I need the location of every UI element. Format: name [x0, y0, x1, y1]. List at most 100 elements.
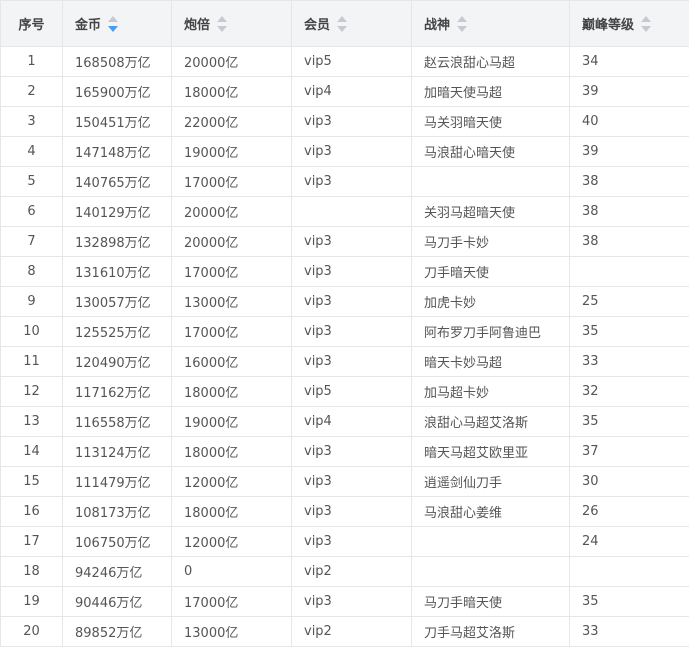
cell-god: 加马超卡妙 [411, 376, 570, 407]
column-header-cannon[interactable]: 炮倍 [171, 0, 292, 47]
cell-cannon: 17000亿 [171, 586, 292, 617]
sort-caret-icon-peak[interactable] [640, 15, 652, 33]
table-row[interactable]: 8 131610万亿 17000亿 vip3 刀手暗天使 [0, 256, 689, 287]
sort-descending-icon[interactable] [457, 25, 468, 32]
cell-gold: 165900万亿 [62, 76, 172, 107]
cell-peak [569, 256, 689, 287]
cell-cannon: 18000亿 [171, 436, 292, 467]
sort-ascending-icon[interactable] [641, 15, 652, 22]
cell-god: 加虎卡妙 [411, 286, 570, 317]
table-row[interactable]: 19 90446万亿 17000亿 vip3 马刀手暗天使 35 [0, 586, 689, 617]
table-row[interactable]: 14 113124万亿 18000亿 vip3 暗天马超艾欧里亚 37 [0, 436, 689, 467]
cell-god: 关羽马超暗天使 [411, 196, 570, 227]
cell-cannon: 13000亿 [171, 616, 292, 647]
cell-cannon: 18000亿 [171, 496, 292, 527]
cell-god: 马刀手卡妙 [411, 226, 570, 257]
table-row[interactable]: 16 108173万亿 18000亿 vip3 马浪甜心姜维 26 [0, 496, 689, 527]
table-row[interactable]: 20 89852万亿 13000亿 vip2 刀手马超艾洛斯 33 [0, 616, 689, 647]
cell-cannon: 18000亿 [171, 76, 292, 107]
cell-cannon: 20000亿 [171, 226, 292, 257]
column-header-peak[interactable]: 巅峰等级 [569, 0, 689, 47]
table-row[interactable]: 3 150451万亿 22000亿 vip3 马关羽暗天使 40 [0, 106, 689, 137]
table-row[interactable]: 12 117162万亿 18000亿 vip5 加马超卡妙 32 [0, 376, 689, 407]
cell-gold: 116558万亿 [62, 406, 172, 437]
cell-god: 刀手马超艾洛斯 [411, 616, 570, 647]
table-row[interactable]: 1 168508万亿 20000亿 vip5 赵云浪甜心马超 34 [0, 46, 689, 77]
column-header-god[interactable]: 战神 [411, 0, 570, 47]
column-header-gold[interactable]: 金币 [62, 0, 172, 47]
cell-gold: 94246万亿 [62, 556, 172, 587]
cell-peak: 30 [569, 466, 689, 497]
sort-ascending-icon[interactable] [337, 15, 348, 22]
cell-member: vip3 [291, 316, 412, 347]
cell-index: 19 [0, 586, 63, 617]
column-header-gold-label: 金币 [75, 18, 102, 33]
sort-ascending-icon[interactable] [217, 15, 228, 22]
cell-cannon: 20000亿 [171, 46, 292, 77]
cell-peak: 35 [569, 406, 689, 437]
cell-index: 18 [0, 556, 63, 587]
cell-peak: 35 [569, 586, 689, 617]
table-row[interactable]: 17 106750万亿 12000亿 vip3 24 [0, 526, 689, 557]
cell-peak: 35 [569, 316, 689, 347]
cell-member: vip3 [291, 286, 412, 317]
sort-caret-icon-member[interactable] [336, 15, 348, 33]
cell-gold: 140129万亿 [62, 196, 172, 227]
cell-index: 9 [0, 286, 63, 317]
table-row[interactable]: 11 120490万亿 16000亿 vip3 暗天卡妙马超 33 [0, 346, 689, 377]
cell-index: 10 [0, 316, 63, 347]
table-row[interactable]: 13 116558万亿 19000亿 vip4 浪甜心马超艾洛斯 35 [0, 406, 689, 437]
cell-gold: 90446万亿 [62, 586, 172, 617]
sort-descending-icon[interactable] [108, 25, 119, 32]
cell-cannon: 17000亿 [171, 256, 292, 287]
ranking-table: 序号 金币 炮倍 会员 战神 巅峰等级 1 168508万亿 20000亿 vi… [0, 0, 689, 647]
column-header-member[interactable]: 会员 [291, 0, 412, 47]
cell-cannon: 12000亿 [171, 526, 292, 557]
table-row[interactable]: 6 140129万亿 20000亿 关羽马超暗天使 38 [0, 196, 689, 227]
cell-gold: 108173万亿 [62, 496, 172, 527]
cell-god: 阿布罗刀手阿鲁迪巴 [411, 316, 570, 347]
cell-peak: 26 [569, 496, 689, 527]
cell-member: vip3 [291, 496, 412, 527]
cell-member: vip5 [291, 46, 412, 77]
table-row[interactable]: 15 111479万亿 12000亿 vip3 逍遥剑仙刀手 30 [0, 466, 689, 497]
cell-member: vip3 [291, 256, 412, 287]
cell-gold: 130057万亿 [62, 286, 172, 317]
cell-god: 暗天卡妙马超 [411, 346, 570, 377]
table-row[interactable]: 5 140765万亿 17000亿 vip3 38 [0, 166, 689, 197]
cell-index: 16 [0, 496, 63, 527]
table-row[interactable]: 4 147148万亿 19000亿 vip3 马浪甜心暗天使 39 [0, 136, 689, 167]
cell-index: 3 [0, 106, 63, 137]
sort-caret-icon-gold[interactable] [107, 15, 119, 33]
sort-descending-icon[interactable] [641, 25, 652, 32]
sort-ascending-icon[interactable] [108, 15, 119, 22]
cell-peak: 38 [569, 196, 689, 227]
cell-member: vip3 [291, 226, 412, 257]
sort-caret-icon-cannon[interactable] [216, 15, 228, 33]
sort-descending-icon[interactable] [337, 25, 348, 32]
cell-god: 马浪甜心暗天使 [411, 136, 570, 167]
column-header-peak-label: 巅峰等级 [582, 18, 635, 33]
table-header-row: 序号 金币 炮倍 会员 战神 巅峰等级 [0, 0, 689, 47]
cell-index: 17 [0, 526, 63, 557]
sort-caret-icon-god[interactable] [456, 15, 468, 33]
cell-gold: 89852万亿 [62, 616, 172, 647]
table-row[interactable]: 18 94246万亿 0 vip2 [0, 556, 689, 587]
sort-ascending-icon[interactable] [457, 15, 468, 22]
table-row[interactable]: 7 132898万亿 20000亿 vip3 马刀手卡妙 38 [0, 226, 689, 257]
cell-index: 14 [0, 436, 63, 467]
table-row[interactable]: 2 165900万亿 18000亿 vip4 加暗天使马超 39 [0, 76, 689, 107]
cell-gold: 140765万亿 [62, 166, 172, 197]
table-row[interactable]: 9 130057万亿 13000亿 vip3 加虎卡妙 25 [0, 286, 689, 317]
cell-member: vip4 [291, 76, 412, 107]
cell-member: vip2 [291, 556, 412, 587]
cell-god [411, 556, 570, 587]
cell-peak: 34 [569, 46, 689, 77]
cell-index: 15 [0, 466, 63, 497]
sort-descending-icon[interactable] [217, 25, 228, 32]
cell-god: 马浪甜心姜维 [411, 496, 570, 527]
cell-god: 逍遥剑仙刀手 [411, 466, 570, 497]
table-row[interactable]: 10 125525万亿 17000亿 vip3 阿布罗刀手阿鲁迪巴 35 [0, 316, 689, 347]
cell-god: 马刀手暗天使 [411, 586, 570, 617]
cell-gold: 111479万亿 [62, 466, 172, 497]
